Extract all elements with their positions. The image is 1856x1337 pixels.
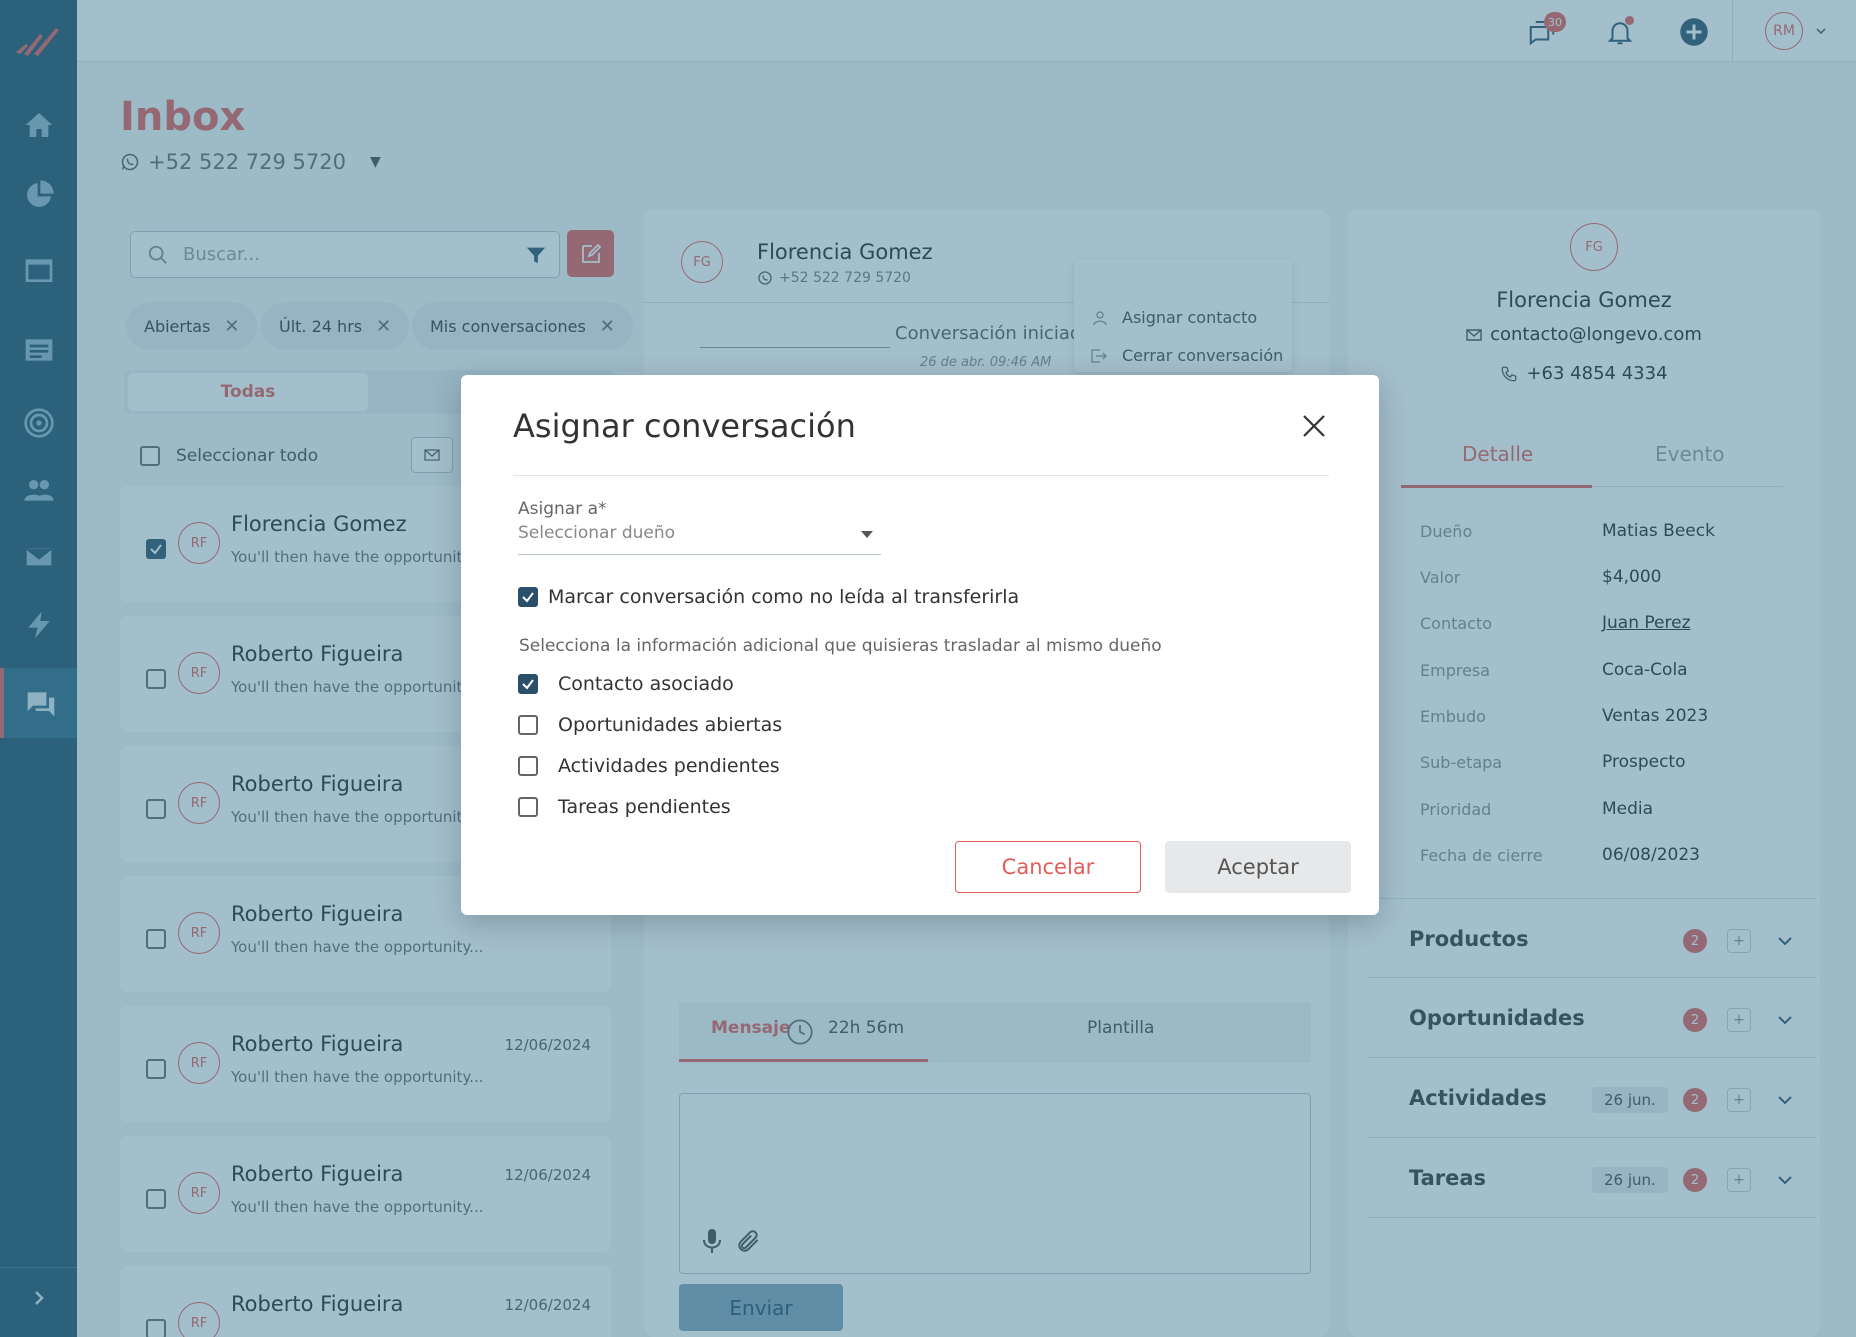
divider (513, 475, 1329, 476)
mark-unread-checkbox[interactable] (518, 587, 538, 607)
option-associated-contact[interactable]: Contacto asociado (518, 673, 734, 695)
close-icon (1303, 415, 1325, 437)
transfer-info-note: Selecciona la información adicional que … (519, 636, 1162, 656)
option-checkbox[interactable] (518, 715, 538, 735)
mark-unread-label: Marcar conversación como no leída al tra… (548, 586, 1020, 608)
caret-down-icon (861, 531, 873, 538)
owner-select[interactable]: Seleccionar dueño (518, 523, 881, 555)
close-modal-button[interactable] (1297, 409, 1331, 443)
accept-button[interactable]: Aceptar (1165, 841, 1351, 893)
assign-conversation-modal: Asignar conversación Asignar a* Seleccio… (461, 375, 1379, 915)
option-label: Oportunidades abiertas (558, 714, 783, 736)
option-open-opportunities[interactable]: Oportunidades abiertas (518, 714, 782, 736)
option-label: Tareas pendientes (558, 796, 731, 818)
owner-select-placeholder: Seleccionar dueño (518, 523, 676, 543)
mark-unread-option[interactable]: Marcar conversación como no leída al tra… (518, 586, 1019, 608)
option-label: Actividades pendientes (558, 755, 780, 777)
option-label: Contacto asociado (558, 673, 734, 695)
assign-to-label: Asignar a* (518, 499, 607, 519)
option-pending-tasks[interactable]: Tareas pendientes (518, 796, 731, 818)
option-checkbox[interactable] (518, 674, 538, 694)
option-pending-activities[interactable]: Actividades pendientes (518, 755, 780, 777)
modal-title: Asignar conversación (513, 407, 856, 445)
cancel-button[interactable]: Cancelar (955, 841, 1141, 893)
option-checkbox[interactable] (518, 756, 538, 776)
option-checkbox[interactable] (518, 797, 538, 817)
